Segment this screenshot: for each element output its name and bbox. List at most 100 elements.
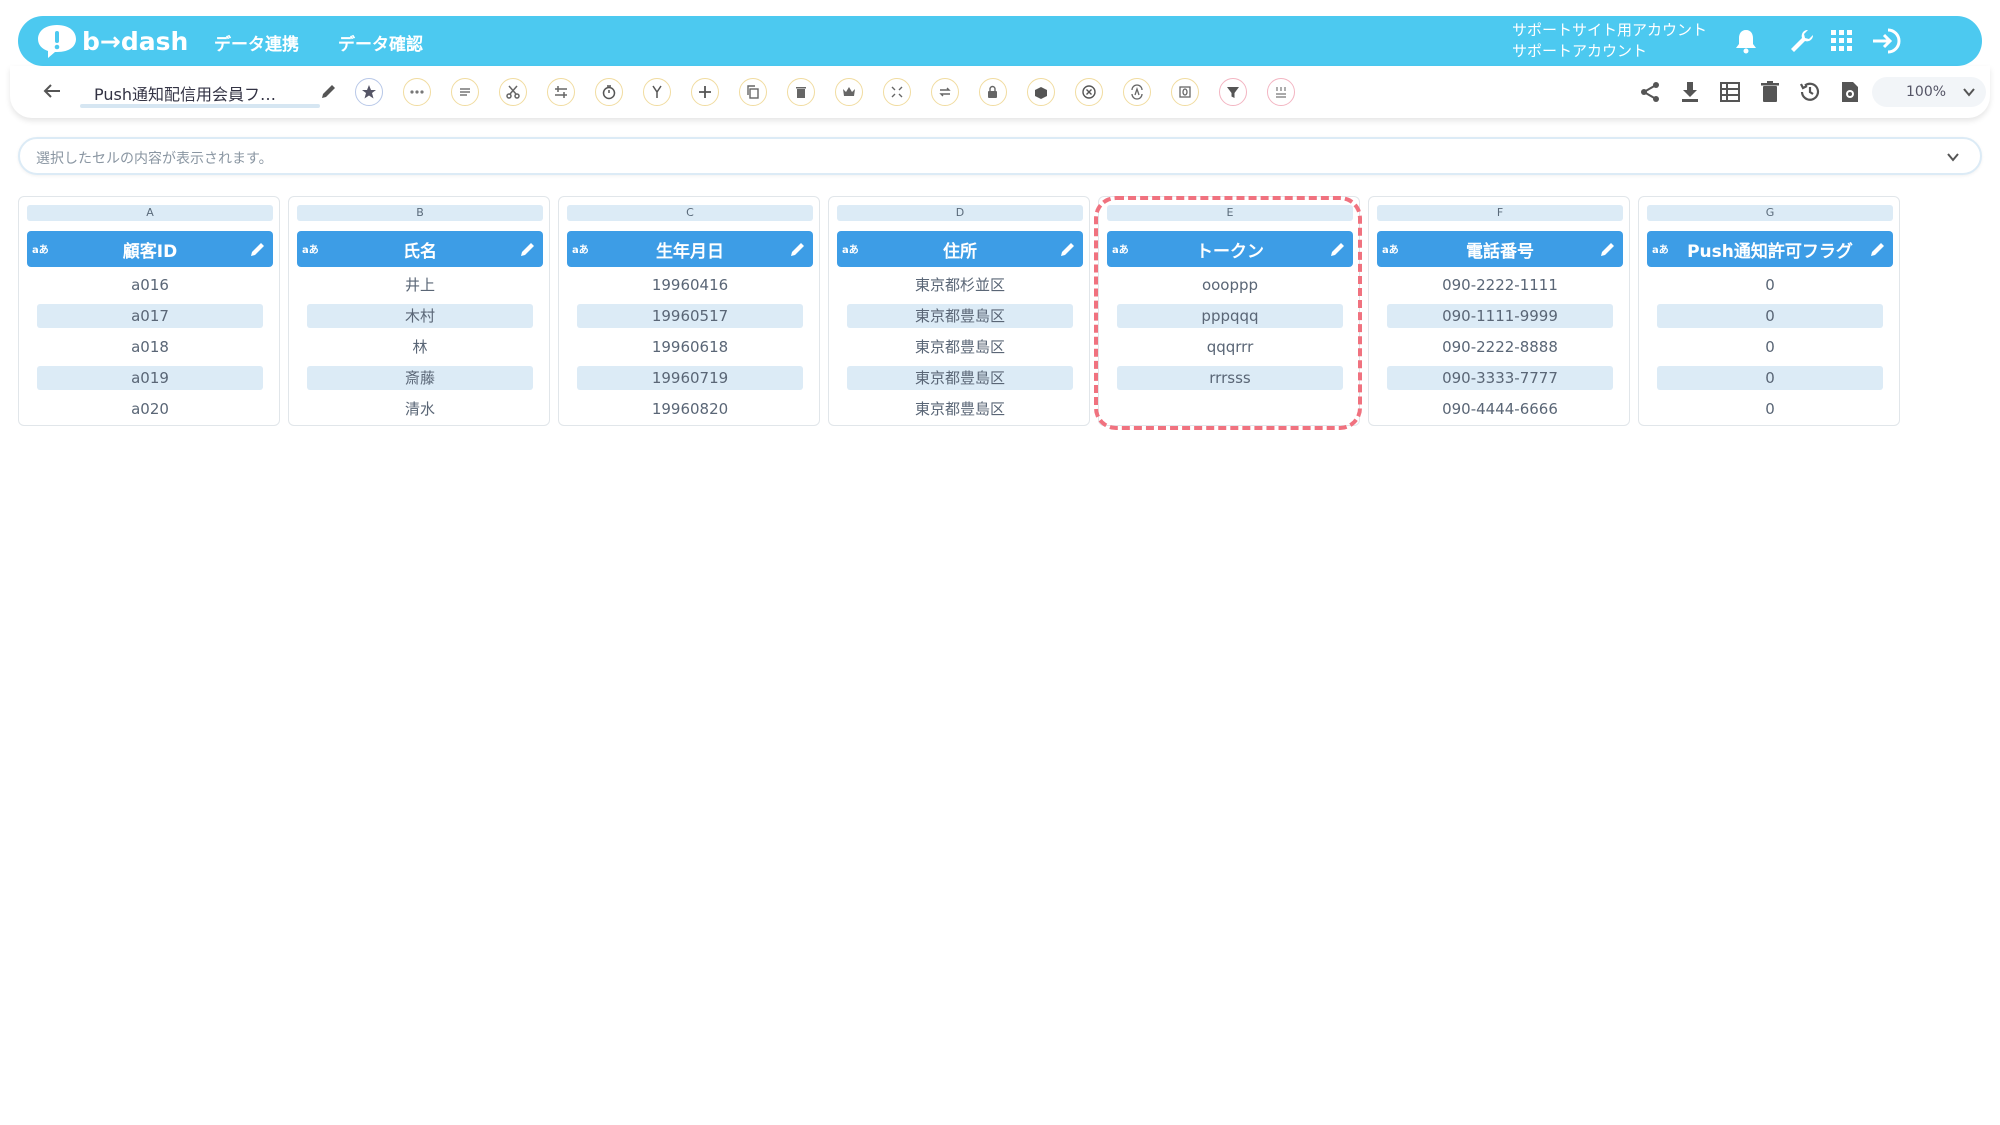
table-cell[interactable]: a016 bbox=[37, 273, 263, 297]
nav-data-check[interactable]: データ確認 bbox=[338, 30, 423, 55]
table-cell[interactable]: 090-4444-6666 bbox=[1387, 397, 1613, 421]
refresh-document-icon[interactable] bbox=[1836, 78, 1864, 106]
table-cell[interactable]: 090-3333-7777 bbox=[1387, 366, 1613, 390]
table-cell[interactable]: 斎藤 bbox=[307, 366, 533, 390]
table-cell[interactable]: 0 bbox=[1657, 304, 1883, 328]
column-letter[interactable]: G bbox=[1647, 205, 1893, 221]
column-letter[interactable]: B bbox=[297, 205, 543, 221]
table-cell[interactable]: 090-2222-1111 bbox=[1387, 273, 1613, 297]
text-type-badge: aあ bbox=[302, 245, 319, 256]
column-letter[interactable]: D bbox=[837, 205, 1083, 221]
filter-icon[interactable] bbox=[1219, 78, 1247, 106]
column-letter[interactable]: F bbox=[1377, 205, 1623, 221]
column-header[interactable]: aあ トークン bbox=[1107, 231, 1353, 267]
add-icon[interactable] bbox=[691, 78, 719, 106]
zoom-select[interactable]: 100% bbox=[1872, 77, 1986, 107]
table-cell[interactable]: 井上 bbox=[307, 273, 533, 297]
table-cell[interactable]: 19960416 bbox=[577, 273, 803, 297]
table-cell[interactable]: qqqrrr bbox=[1117, 335, 1343, 359]
trash-icon[interactable] bbox=[1756, 78, 1784, 106]
rename-pencil-icon[interactable] bbox=[319, 81, 339, 101]
table-cell[interactable]: 東京都豊島区 bbox=[847, 397, 1073, 421]
dedupe-icon[interactable] bbox=[1267, 78, 1295, 106]
table-cell[interactable]: a017 bbox=[37, 304, 263, 328]
table-cell[interactable]: 林 bbox=[307, 335, 533, 359]
logout-icon[interactable] bbox=[1870, 25, 1902, 57]
delete-column-icon[interactable] bbox=[787, 78, 815, 106]
table-cell[interactable]: 木村 bbox=[307, 304, 533, 328]
clear-icon[interactable] bbox=[1075, 78, 1103, 106]
replace-icon[interactable] bbox=[931, 78, 959, 106]
table-cell[interactable]: 19960820 bbox=[577, 397, 803, 421]
table-cell[interactable]: a019 bbox=[37, 366, 263, 390]
edit-pencil-icon[interactable] bbox=[1059, 240, 1077, 258]
copy-icon[interactable] bbox=[739, 78, 767, 106]
table-cell[interactable]: oooppp bbox=[1117, 273, 1343, 297]
back-arrow-icon[interactable] bbox=[40, 79, 64, 103]
sheet-name-underline bbox=[80, 104, 320, 108]
zero-fill-icon[interactable] bbox=[1171, 78, 1199, 106]
column-header[interactable]: aあ 氏名 bbox=[297, 231, 543, 267]
text-lines-icon[interactable] bbox=[451, 78, 479, 106]
nav-data-integration[interactable]: データ連携 bbox=[214, 30, 299, 55]
table-cell[interactable]: 0 bbox=[1657, 335, 1883, 359]
more-options-icon[interactable] bbox=[403, 78, 431, 106]
column-header[interactable]: aあ 電話番号 bbox=[1377, 231, 1623, 267]
column-header[interactable]: aあ Push通知許可フラグ bbox=[1647, 231, 1893, 267]
crown-icon[interactable] bbox=[835, 78, 863, 106]
text-type-badge: aあ bbox=[842, 245, 859, 256]
table-cell[interactable]: 0 bbox=[1657, 366, 1883, 390]
table-cell[interactable]: 090-1111-9999 bbox=[1387, 304, 1613, 328]
chevron-down-icon[interactable] bbox=[1946, 150, 1960, 164]
wrench-icon[interactable] bbox=[1786, 25, 1818, 57]
ai-icon[interactable] bbox=[1123, 78, 1151, 106]
history-icon[interactable] bbox=[1796, 78, 1824, 106]
download-icon[interactable] bbox=[1676, 78, 1704, 106]
table-cell[interactable]: 清水 bbox=[307, 397, 533, 421]
column-header[interactable]: aあ 住所 bbox=[837, 231, 1083, 267]
edit-pencil-icon[interactable] bbox=[249, 240, 267, 258]
favorite-star-icon[interactable] bbox=[355, 78, 383, 106]
table-cell[interactable]: 東京都豊島区 bbox=[847, 366, 1073, 390]
split-scissors-icon[interactable] bbox=[499, 78, 527, 106]
column-header[interactable]: aあ 顧客ID bbox=[27, 231, 273, 267]
bdash-logo[interactable]: b→dash bbox=[36, 22, 188, 60]
table-cell[interactable]: a020 bbox=[37, 397, 263, 421]
cell-content-bar[interactable]: 選択したセルの内容が表示されます。 bbox=[18, 137, 1982, 175]
edit-pencil-icon[interactable] bbox=[789, 240, 807, 258]
column-letter[interactable]: C bbox=[567, 205, 813, 221]
column-header[interactable]: aあ 生年月日 bbox=[567, 231, 813, 267]
timer-icon[interactable] bbox=[595, 78, 623, 106]
table-cell[interactable]: 19960517 bbox=[577, 304, 803, 328]
share-icon[interactable] bbox=[1636, 78, 1664, 106]
edit-pencil-icon[interactable] bbox=[519, 240, 537, 258]
table-cell[interactable]: 090-2222-8888 bbox=[1387, 335, 1613, 359]
lock-edit-icon[interactable] bbox=[979, 78, 1007, 106]
table-cell[interactable]: rrrsss bbox=[1117, 366, 1343, 390]
database-export-icon[interactable] bbox=[1027, 78, 1055, 106]
logo-text: b→dash bbox=[82, 26, 189, 56]
table-cell[interactable]: 0 bbox=[1657, 273, 1883, 297]
merge-columns-icon[interactable] bbox=[547, 78, 575, 106]
table-cell[interactable]: pppqqq bbox=[1117, 304, 1343, 328]
table-cell[interactable]: 19960618 bbox=[577, 335, 803, 359]
apps-grid-icon[interactable] bbox=[1826, 25, 1858, 57]
account-info[interactable]: サポートサイト用アカウント サポートアカウント bbox=[1512, 20, 1707, 62]
branch-icon[interactable] bbox=[643, 78, 671, 106]
table-cell[interactable]: 東京都杉並区 bbox=[847, 273, 1073, 297]
expand-icon[interactable] bbox=[883, 78, 911, 106]
edit-pencil-icon[interactable] bbox=[1329, 240, 1347, 258]
table-cell[interactable]: 19960719 bbox=[577, 366, 803, 390]
edit-pencil-icon[interactable] bbox=[1869, 240, 1887, 258]
table-cell[interactable]: 0 bbox=[1657, 397, 1883, 421]
sheet-name[interactable]: Push通知配信用会員フ… bbox=[94, 81, 304, 105]
column-letter[interactable]: E bbox=[1107, 205, 1353, 221]
edit-pencil-icon[interactable] bbox=[1599, 240, 1617, 258]
table-cell[interactable] bbox=[1117, 397, 1343, 421]
column-letter[interactable]: A bbox=[27, 205, 273, 221]
table-cell[interactable]: 東京都豊島区 bbox=[847, 335, 1073, 359]
bell-icon[interactable] bbox=[1730, 25, 1762, 57]
table-cell[interactable]: 東京都豊島区 bbox=[847, 304, 1073, 328]
table-cell[interactable]: a018 bbox=[37, 335, 263, 359]
table-view-icon[interactable] bbox=[1716, 78, 1744, 106]
